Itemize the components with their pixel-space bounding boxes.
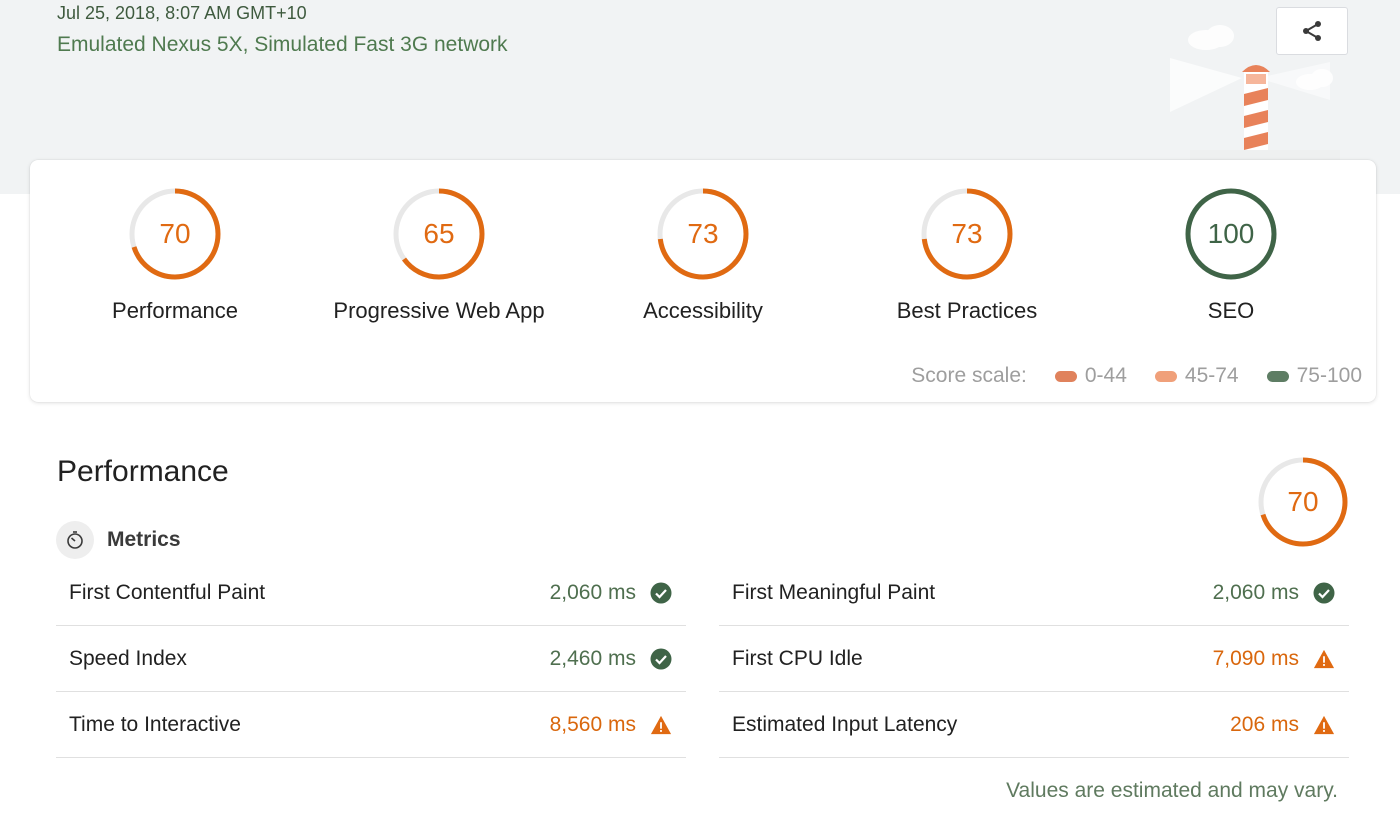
gauge-best-practices[interactable]: 73 Best Practices [835, 186, 1099, 324]
metric-row: First Meaningful Paint 2,060 ms [719, 560, 1349, 626]
pwa-label: Progressive Web App [333, 298, 545, 323]
performance-score-ring: 70 [129, 188, 221, 280]
metric-value: 2,060 ms [1212, 580, 1299, 604]
metric-status-icon [1313, 714, 1335, 736]
seo-score-ring: 100 [1185, 188, 1277, 280]
scale-range-pass: 75-100 [1266, 364, 1362, 388]
scale-swatch-pass [1266, 370, 1289, 382]
check-icon [650, 582, 672, 603]
metrics-column-left: First Contentful Paint 2,060 ms Speed In… [56, 560, 686, 758]
gauge-accessibility[interactable]: 73 Accessibility [571, 186, 835, 324]
report-date: Jul 25, 2018, 8:07 AM GMT+10 [57, 3, 307, 23]
seo-score: 100 [1208, 218, 1255, 249]
metric-name: Estimated Input Latency [732, 712, 958, 736]
metric-name: First Meaningful Paint [732, 580, 936, 604]
metric-name: First Contentful Paint [69, 580, 266, 604]
metric-status-icon [1313, 648, 1335, 670]
warning-icon [650, 715, 672, 734]
metric-status-icon [1313, 582, 1335, 604]
performance-section-score: 70 [1287, 486, 1318, 517]
scale-range-average: 45-74 [1154, 364, 1239, 388]
metric-name: Time to Interactive [69, 712, 241, 736]
metric-value: 8,560 ms [549, 712, 636, 736]
metric-name: Speed Index [69, 646, 187, 670]
scale-range-average-label: 45-74 [1184, 364, 1239, 387]
metric-row: First Contentful Paint 2,060 ms [56, 560, 686, 626]
report-environment: Emulated Nexus 5X, Simulated Fast 3G net… [57, 33, 508, 56]
score-scale-legend: Score scale: 0-44 45-74 75-100 [911, 364, 1362, 388]
scale-swatch-average [1154, 370, 1177, 382]
accessibility-score: 73 [687, 218, 718, 249]
gauge-performance[interactable]: 70 Performance [43, 186, 307, 324]
accessibility-score-ring: 73 [657, 188, 749, 280]
gauge-seo[interactable]: 100 SEO [1099, 186, 1363, 324]
best-practices-label: Best Practices [896, 298, 1038, 323]
check-icon [650, 648, 672, 669]
check-icon [1313, 582, 1335, 603]
scale-range-pass-label: 75-100 [1296, 364, 1362, 387]
performance-section-score-ring: 70 [1258, 457, 1348, 547]
metric-row: Estimated Input Latency 206 ms [719, 692, 1349, 758]
scale-range-fail-label: 0-44 [1084, 364, 1127, 387]
metric-value: 206 ms [1230, 712, 1299, 736]
pwa-score-ring: 65 [393, 188, 485, 280]
stopwatch-icon [67, 531, 83, 549]
metric-row: Speed Index 2,460 ms [56, 626, 686, 692]
metric-value: 2,060 ms [549, 580, 636, 604]
performance-score: 70 [159, 218, 190, 249]
best-practices-score: 73 [951, 218, 982, 249]
scale-range-fail: 0-44 [1054, 364, 1127, 388]
performance-section-title: Performance [57, 455, 229, 488]
warning-icon [1313, 649, 1335, 668]
metric-row: First CPU Idle 7,090 ms [719, 626, 1349, 692]
score-scale-label: Score scale: [911, 364, 1027, 387]
metrics-column-right: First Meaningful Paint 2,060 ms First CP… [719, 560, 1349, 758]
pwa-score: 65 [423, 218, 454, 249]
accessibility-label: Accessibility [643, 298, 763, 323]
metric-status-icon [650, 582, 672, 604]
gauge-pwa[interactable]: 65 Progressive Web App [307, 186, 571, 324]
metrics-toggle[interactable] [56, 521, 94, 559]
metric-value: 7,090 ms [1212, 646, 1299, 670]
performance-section-gauge[interactable]: 70 [1256, 455, 1350, 554]
warning-icon [1313, 715, 1335, 734]
performance-label: Performance [112, 298, 238, 323]
metric-name: First CPU Idle [732, 646, 863, 670]
metric-value: 2,460 ms [549, 646, 636, 670]
metric-row: Time to Interactive 8,560 ms [56, 692, 686, 758]
metrics-heading: Metrics [107, 528, 181, 551]
metric-status-icon [650, 648, 672, 670]
seo-label: SEO [1207, 298, 1255, 323]
metric-status-icon [650, 714, 672, 736]
best-practices-score-ring: 73 [921, 188, 1013, 280]
lighthouse-illustration [1170, 25, 1340, 160]
scale-swatch-fail [1054, 370, 1077, 382]
estimate-disclaimer: Values are estimated and may vary. [1006, 779, 1338, 802]
